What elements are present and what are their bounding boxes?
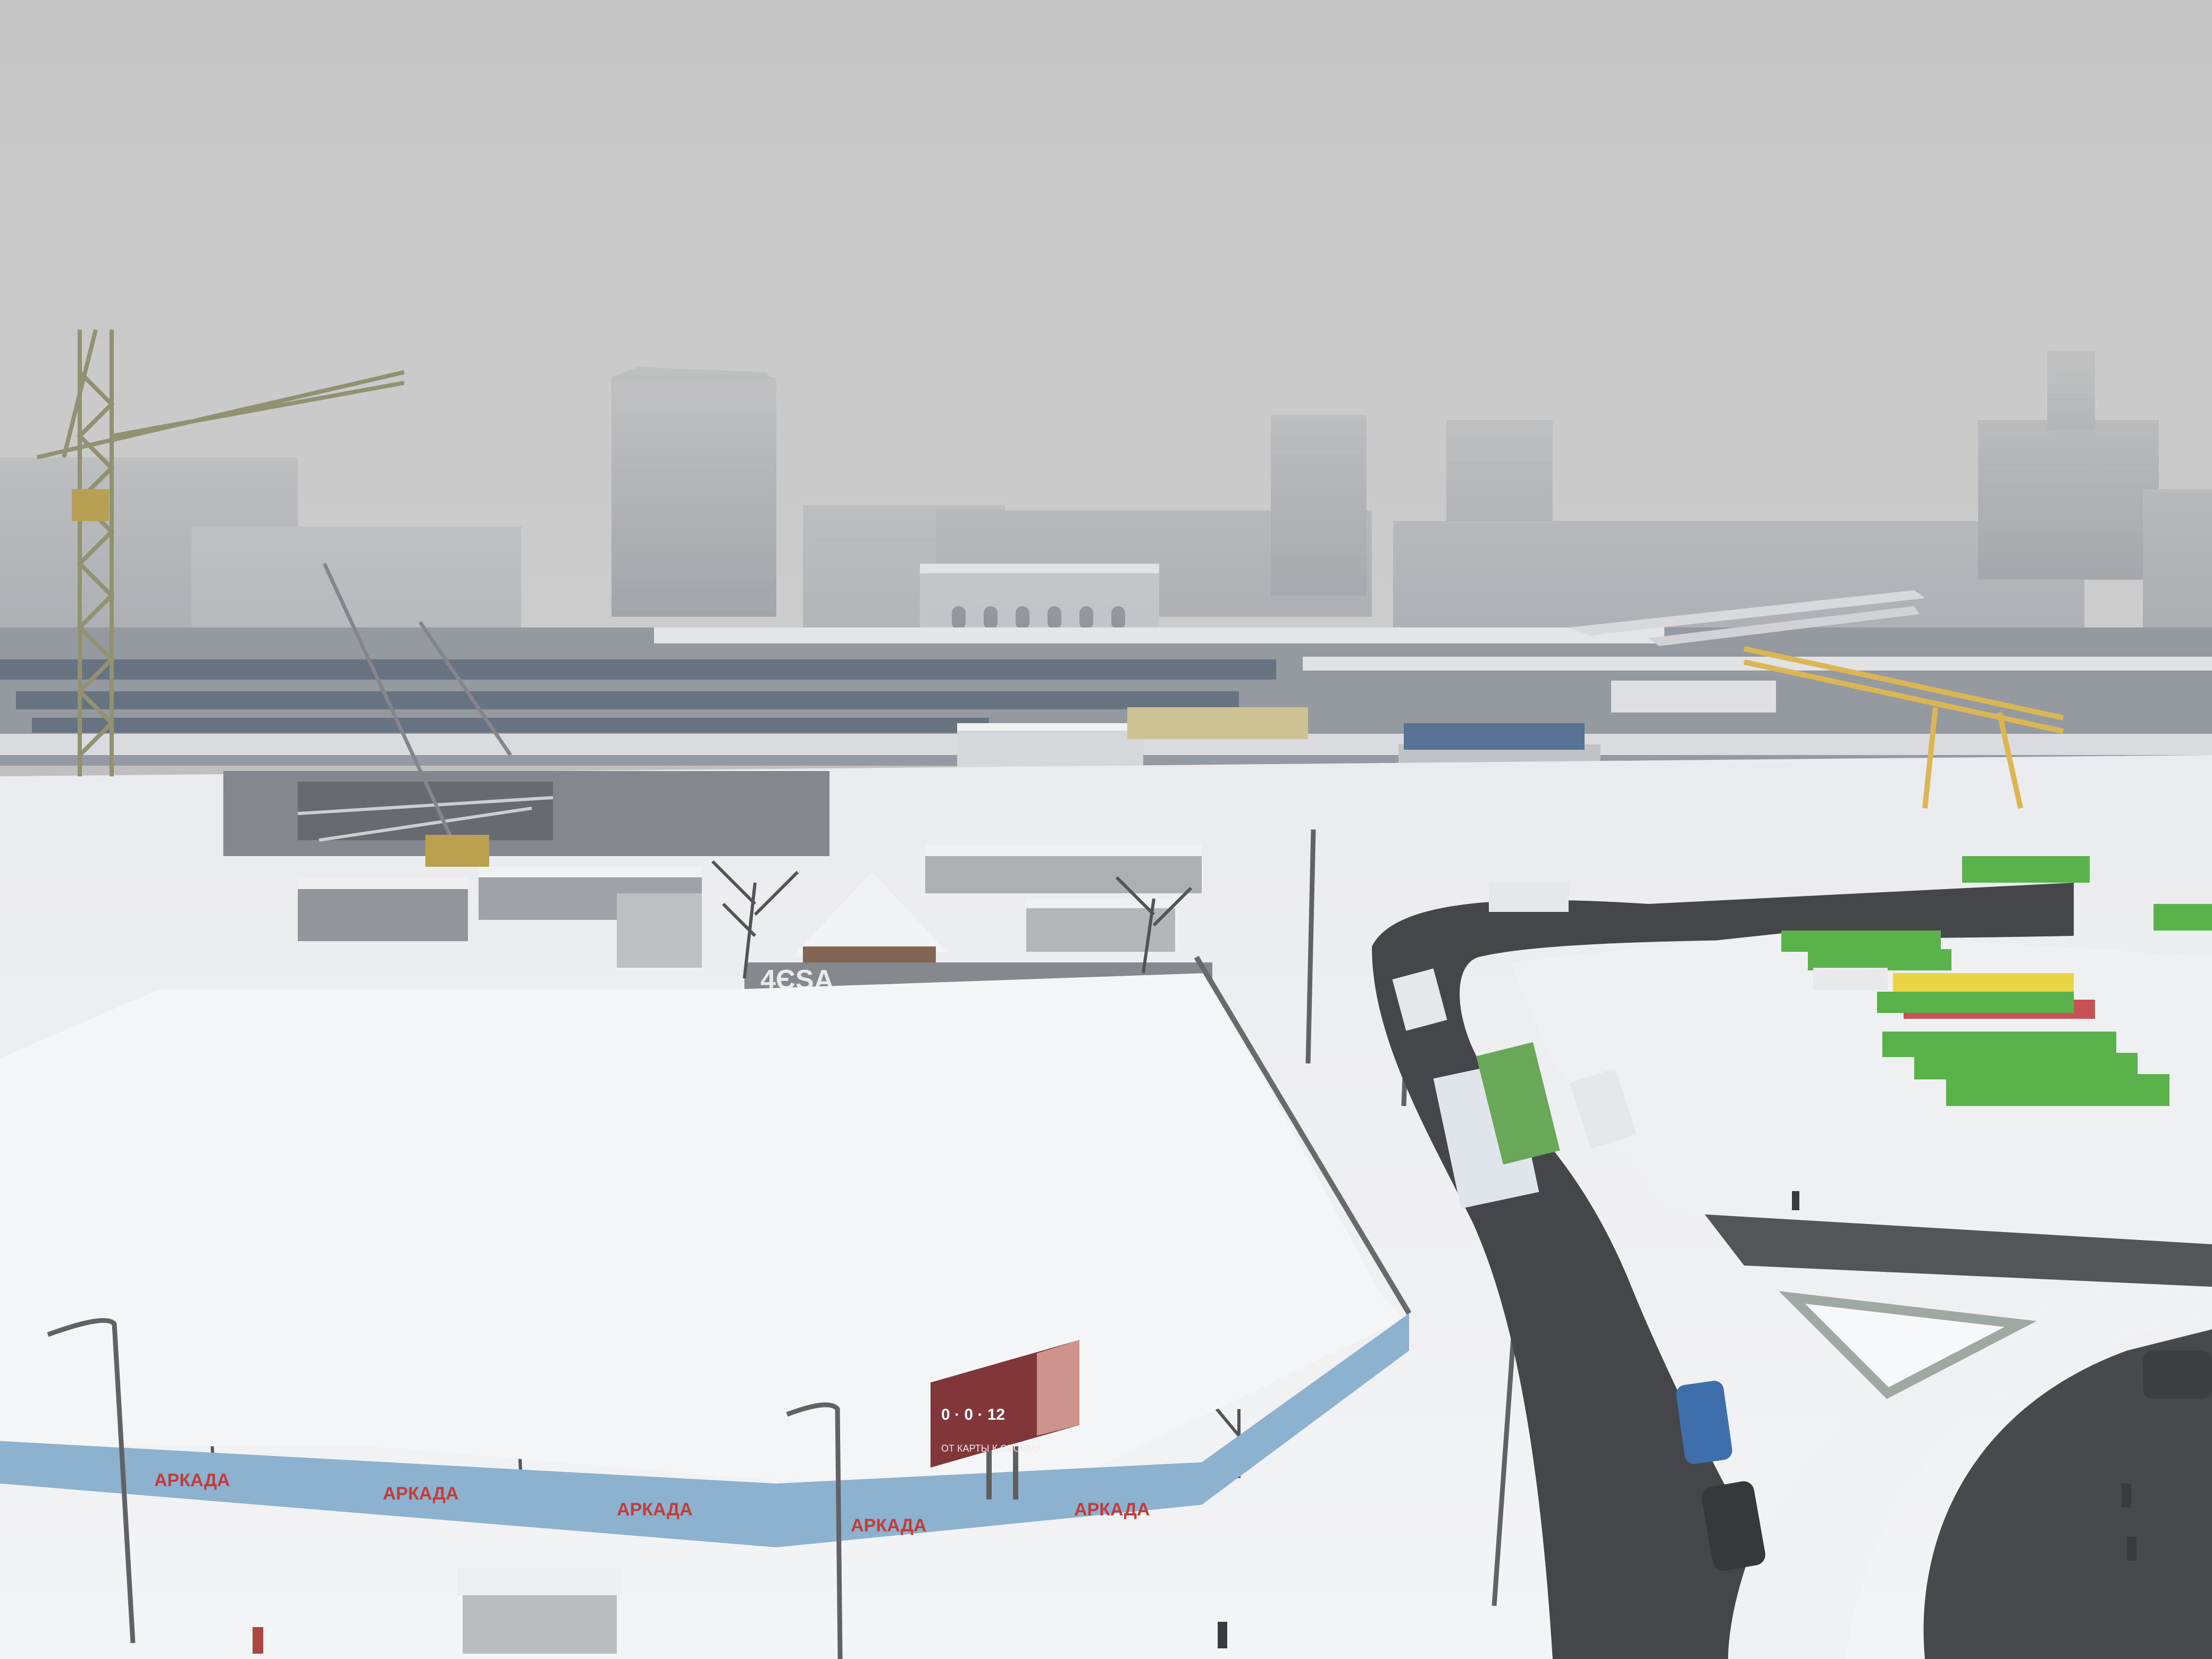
snowy-city-photo: 4ЄЅА АРКАДА АРКАДА АРКАДА АРКАДА АРКАДА … [0, 0, 2212, 1659]
snowfall-overlay [0, 0, 2212, 1659]
